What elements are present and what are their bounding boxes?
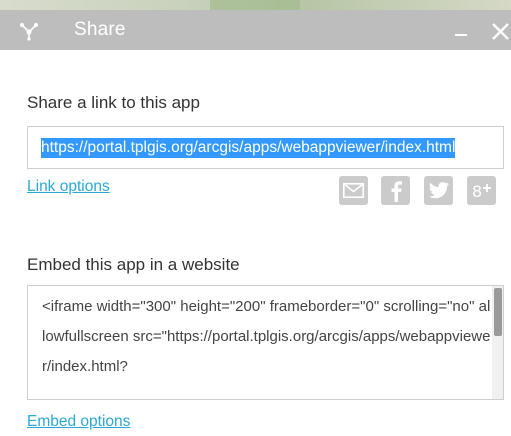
email-icon [343,183,364,198]
close-button[interactable] [484,16,511,44]
embed-code-text[interactable]: <iframe width="300" height="200" framebo… [42,292,492,382]
embed-options-link[interactable]: Embed options [27,413,130,431]
twitter-icon [428,182,449,199]
panel-title: Share [74,19,126,40]
minimize-button[interactable] [451,18,471,42]
share-link-url[interactable]: https://portal.tplgis.org/arcgis/apps/we… [41,138,456,158]
googleplus-icon: 8 [472,182,491,201]
link-options-link[interactable]: Link options [27,178,110,196]
map-background-strip [0,0,511,10]
share-link-field[interactable]: https://portal.tplgis.org/arcgis/apps/we… [27,126,504,169]
svg-text:8: 8 [472,182,482,201]
embed-scrollbar[interactable] [492,286,503,399]
panel-titlebar[interactable]: Share [0,10,511,50]
embed-label: Embed this app in a website [27,255,240,274]
facebook-icon [391,180,402,202]
close-icon [492,23,509,40]
googleplus-share-button[interactable]: 8 [467,176,496,205]
email-share-button[interactable] [339,176,368,205]
embed-code-textarea[interactable]: <iframe width="300" height="200" framebo… [27,285,504,400]
facebook-share-button[interactable] [381,176,410,205]
twitter-share-button[interactable] [424,176,453,205]
share-link-label: Share a link to this app [27,93,200,112]
embed-scroll-thumb[interactable] [494,288,502,336]
share-icon [18,19,40,41]
